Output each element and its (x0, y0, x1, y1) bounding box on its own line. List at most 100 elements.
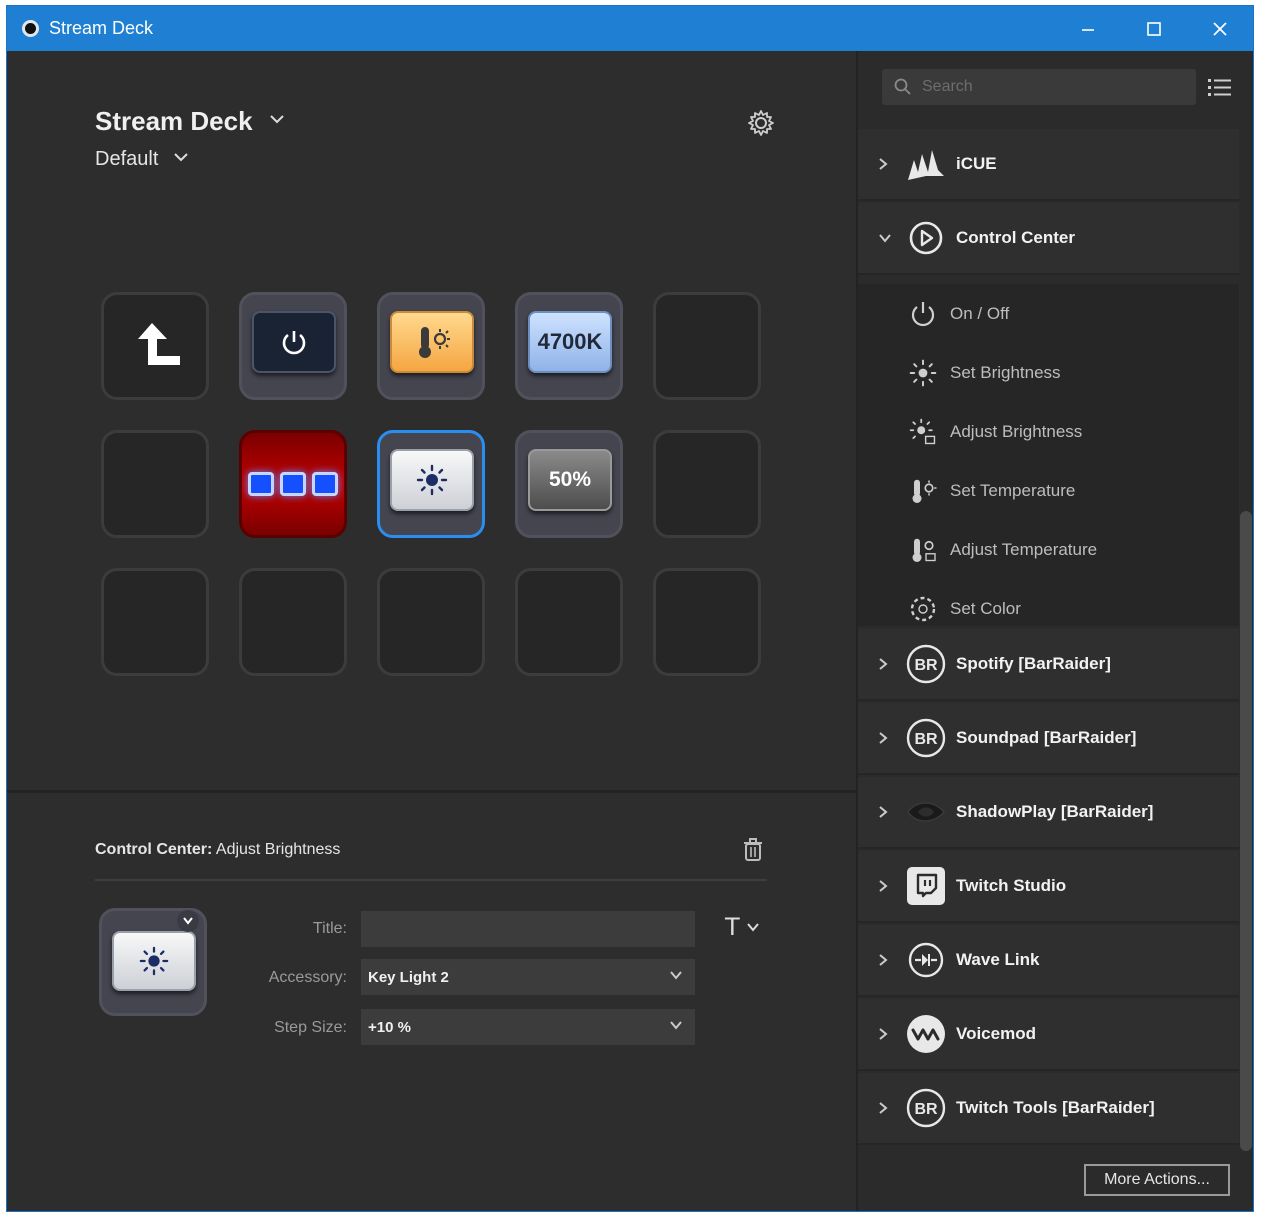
category-control-center[interactable]: Control Center (858, 203, 1239, 275)
action-adjust-brightness[interactable]: Adjust Brightness (858, 402, 1239, 461)
chevron-down-icon[interactable] (173, 151, 189, 163)
window-title: Stream Deck (49, 18, 154, 38)
category-twitch-tools[interactable]: BR Twitch Tools [BarRaider] (858, 1073, 1239, 1145)
temperature-icon (419, 327, 450, 358)
chevron-down-icon (670, 1021, 682, 1030)
key-empty[interactable] (101, 430, 209, 538)
led-segment (312, 472, 338, 496)
action-on-off[interactable]: On / Off (858, 284, 1239, 343)
list-view-icon[interactable] (1208, 77, 1232, 97)
category-icue[interactable]: iCUE (858, 129, 1239, 201)
title-input[interactable] (361, 911, 695, 947)
close-button[interactable] (1187, 6, 1253, 51)
minimize-button[interactable] (1055, 6, 1121, 51)
chevron-right-icon (878, 657, 900, 671)
key-face (112, 931, 196, 991)
category-voicemod[interactable]: Voicemod (858, 999, 1239, 1071)
brightness-icon (416, 464, 448, 496)
category-soundpad[interactable]: BR Soundpad [BarRaider] (858, 703, 1239, 775)
action-label: On / Off (950, 303, 1010, 323)
accessory-label: Accessory: (268, 969, 347, 986)
key-on-off[interactable] (239, 292, 347, 400)
maximize-button[interactable] (1121, 6, 1187, 51)
corsair-icon (906, 144, 946, 184)
category-label: ShadowPlay [BarRaider] (956, 802, 1154, 821)
search-box[interactable] (882, 69, 1196, 105)
chevron-right-icon (878, 731, 900, 745)
key-face: 4700K (528, 311, 612, 373)
text-format-icon: T (725, 913, 740, 941)
key-empty[interactable] (653, 292, 761, 400)
category-label: Twitch Studio (956, 876, 1067, 895)
sidebar-scrollbar[interactable] (1240, 511, 1252, 1151)
stream-deck-logo-icon (22, 20, 39, 37)
color-icon (906, 592, 940, 626)
led-segment (248, 472, 274, 496)
key-set-temperature[interactable] (377, 292, 485, 400)
category-spotify[interactable]: BR Spotify [BarRaider] (858, 629, 1239, 701)
category-wave-link[interactable]: Wave Link (858, 925, 1239, 997)
key-back-folder[interactable] (101, 292, 209, 400)
search-input[interactable] (922, 78, 1182, 96)
adjust-temperature-icon (906, 533, 940, 567)
action-adjust-temperature[interactable]: Adjust Temperature (858, 520, 1239, 579)
chevron-down-icon (670, 971, 682, 980)
action-set-temperature[interactable]: Set Temperature (858, 461, 1239, 520)
key-empty[interactable] (653, 568, 761, 676)
voicemod-icon (906, 1014, 946, 1054)
maximize-icon (1147, 21, 1161, 36)
category-label: iCUE (956, 154, 997, 173)
key-empty[interactable] (515, 568, 623, 676)
chevron-right-icon (878, 157, 900, 171)
key-empty[interactable] (653, 430, 761, 538)
key-adjust-brightness-selected[interactable] (377, 430, 485, 538)
key-empty[interactable] (101, 568, 209, 676)
panel-divider[interactable] (7, 790, 856, 793)
chevron-down-icon (746, 923, 759, 932)
action-label: Set Temperature (950, 480, 1076, 500)
step-size-label: Step Size: (274, 1019, 347, 1036)
key-temperature-value[interactable]: 4700K (515, 292, 623, 400)
action-label: Adjust Temperature (950, 539, 1098, 559)
chevron-down-icon[interactable] (269, 113, 285, 125)
key-led-strip[interactable] (239, 430, 347, 538)
icon-options-button[interactable] (177, 910, 199, 932)
action-label: Adjust Brightness (950, 421, 1083, 441)
search-icon (894, 78, 911, 95)
adjust-brightness-icon (906, 415, 940, 449)
temperature-icon (906, 474, 940, 508)
title-format-button[interactable]: T (725, 913, 760, 941)
app-window: Stream Deck Stream Deck Default 4700K 50… (6, 5, 1254, 1212)
accessory-select[interactable]: Key Light 2 (361, 959, 695, 995)
accessory-value: Key Light 2 (368, 968, 449, 986)
key-brightness-value[interactable]: 50% (515, 430, 623, 538)
chevron-right-icon (878, 953, 900, 967)
gear-icon[interactable] (746, 108, 776, 138)
back-arrow-icon (138, 323, 180, 365)
category-twitch-studio[interactable]: Twitch Studio (858, 851, 1239, 923)
profile-selector[interactable]: Default (95, 148, 158, 171)
brightness-value-label: 50% (548, 468, 592, 491)
led-segment (280, 472, 306, 496)
category-label: Soundpad [BarRaider] (956, 728, 1137, 747)
minimize-icon (1082, 28, 1094, 31)
trash-icon[interactable] (742, 837, 764, 863)
more-actions-button[interactable]: More Actions... (1084, 1164, 1230, 1196)
close-icon (1213, 21, 1227, 36)
title-bar: Stream Deck (7, 6, 1253, 51)
brightness-icon (906, 356, 940, 390)
key-empty[interactable] (239, 568, 347, 676)
key-empty[interactable] (377, 568, 485, 676)
inspector-title: Control Center: Adjust Brightness (95, 841, 340, 859)
action-set-brightness[interactable]: Set Brightness (858, 343, 1239, 402)
inspector-divider (95, 879, 767, 881)
brightness-icon (139, 946, 169, 976)
device-selector[interactable]: Stream Deck (95, 106, 253, 137)
barraider-icon: BR (906, 644, 946, 684)
title-label: Title: (312, 920, 347, 937)
nvidia-icon (906, 792, 946, 832)
chevron-down-icon (183, 917, 193, 925)
step-size-select[interactable]: +10 % (361, 1009, 695, 1045)
category-shadowplay[interactable]: ShadowPlay [BarRaider] (858, 777, 1239, 849)
chevron-right-icon (878, 879, 900, 893)
